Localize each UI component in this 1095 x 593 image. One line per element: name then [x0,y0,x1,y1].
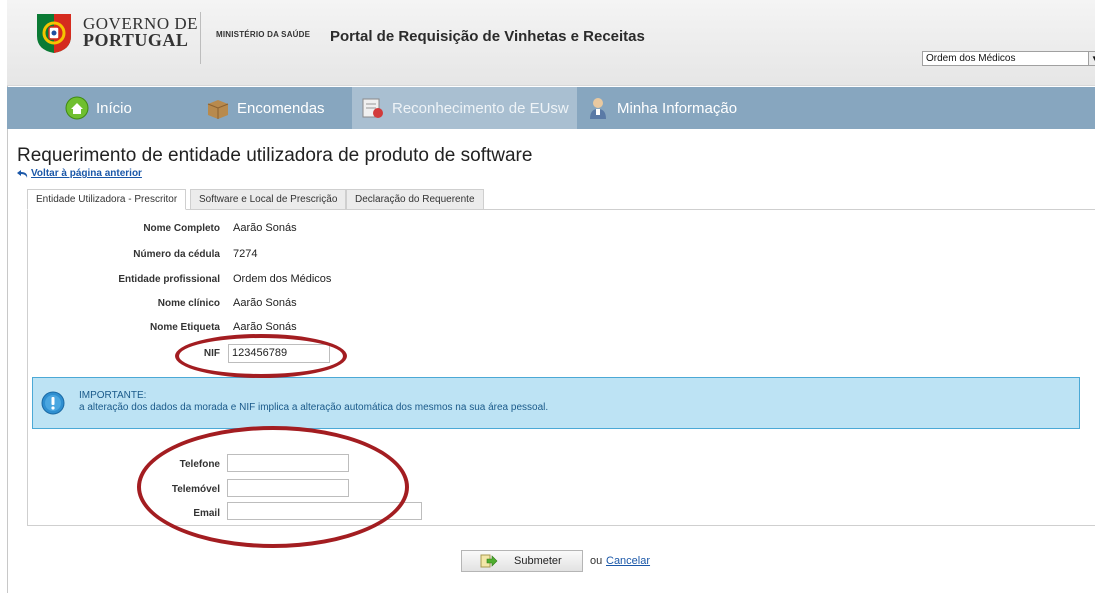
tab-entidade-utilizadora[interactable]: Entidade Utilizadora - Prescritor [27,189,187,210]
important-alert: IMPORTANTE: a alteração dos dados da mor… [32,377,1080,429]
home-icon [65,96,89,120]
label-telefone: Telefone [179,459,220,470]
certificate-icon [362,98,383,118]
portugal-flag-icon [37,14,71,53]
nav-label: Reconhecimento de EUsw [392,99,569,117]
ministry-label: MINISTÉRIO DA SAÚDE [216,30,311,39]
label-nome-etiqueta: Nome Etiqueta [149,322,220,333]
back-link[interactable]: Voltar à página anterior [17,168,142,179]
back-arrow-icon [17,169,28,178]
label-email: Email [193,508,220,519]
logo-text: GOVERNO DE PORTUGAL [83,15,198,50]
label-entidade-profissional: Entidade profissional [118,274,220,285]
tab-label: Entidade Utilizadora - Prescritor [36,194,178,205]
info-icon [41,391,65,415]
org-select-value: Ordem dos Médicos [926,53,1016,64]
submit-button[interactable]: Submeter [461,550,583,572]
nav-item-encomendas[interactable]: Encomendas [205,87,325,129]
org-select[interactable]: Ordem dos Médicos ▼ [922,51,1095,66]
alert-title: IMPORTANTE: [79,390,147,401]
header: GOVERNO DE PORTUGAL MINISTÉRIO DA SAÚDE … [7,0,1095,86]
nav-item-inicio[interactable]: Início [64,87,132,129]
telefone-input[interactable] [227,454,349,472]
tab-label: Declaração do Requerente [355,194,475,205]
back-link-label: Voltar à página anterior [31,168,142,179]
nav-item-minha-informacao[interactable]: Minha Informação [585,87,737,129]
chevron-down-icon[interactable]: ▼ [1088,52,1095,65]
nav-label: Minha Informação [617,99,738,117]
value-nome-completo: Aarão Sonás [233,222,297,234]
value-nome-etiqueta: Aarão Sonás [233,321,297,333]
email-input[interactable] [227,502,422,520]
nav-item-reconhecimento[interactable]: Reconhecimento de EUsw [352,87,577,129]
or-text: ou [590,555,603,567]
value-nome-clinico: Aarão Sonás [233,297,297,309]
label-nome-completo: Nome Completo [143,223,220,234]
nav-label: Encomendas [237,99,325,117]
alert-text-block: IMPORTANTE: a alteração dos dados da mor… [79,390,548,414]
label-telemovel: Telemóvel [171,484,220,495]
value-numero-cedula: 7274 [233,248,258,260]
logo-line2: PORTUGAL [83,30,189,50]
tab-software-local[interactable]: Software e Local de Prescrição [190,189,347,210]
user-icon [590,98,606,119]
cancel-link[interactable]: Cancelar [606,555,650,567]
alert-message: a alteração dos dados da morada e NIF im… [79,402,549,413]
nav-label: Início [96,99,132,117]
submit-arrow-icon [480,554,498,568]
tab-label: Software e Local de Prescrição [199,194,338,205]
value-entidade-profissional: Ordem dos Médicos [233,273,332,285]
label-nif: NIF [203,348,220,359]
main-nav: Início Encomendas Reconhecimento de EUsw… [7,87,1095,129]
label-nome-clinico: Nome clínico [157,298,220,309]
left-border [7,86,8,593]
tab-declaracao-requerente[interactable]: Declaração do Requerente [346,189,484,210]
header-divider [200,12,201,64]
nif-input[interactable]: 123456789 [228,344,330,363]
box-icon [207,100,229,119]
telemovel-input[interactable] [227,479,349,497]
portal-title: Portal de Requisição de Vinhetas e Recei… [330,28,645,45]
page-title: Requerimento de entidade utilizadora de … [17,145,533,166]
label-numero-cedula: Número da cédula [133,249,220,260]
submit-label: Submeter [514,555,562,567]
